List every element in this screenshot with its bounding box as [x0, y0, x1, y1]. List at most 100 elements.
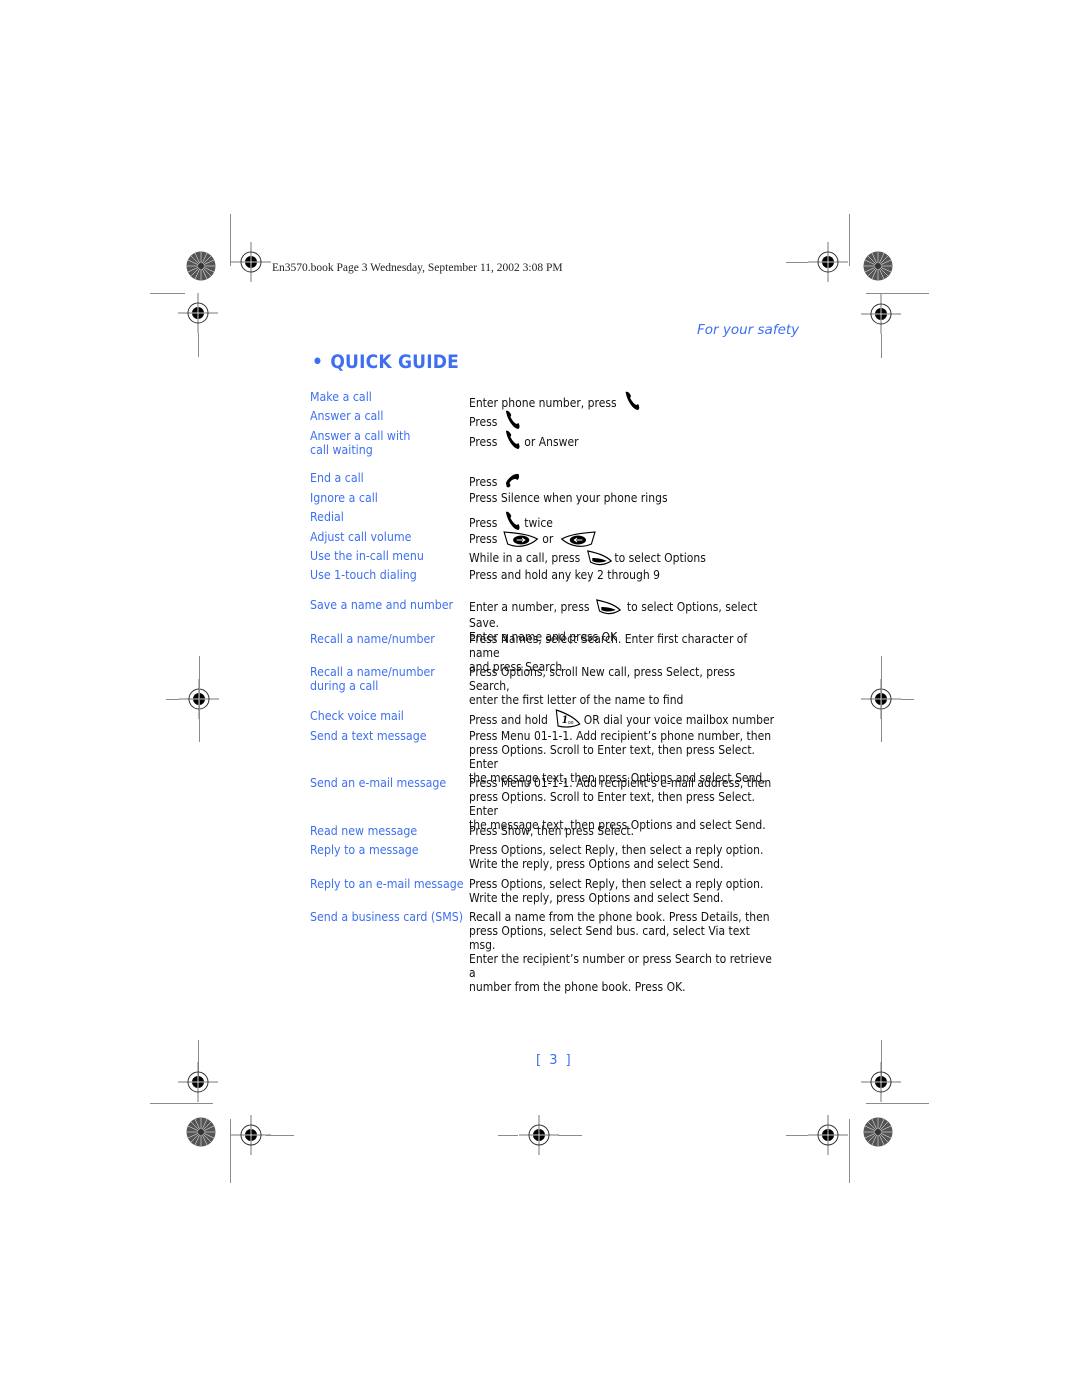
description-text: Press and hold: [469, 713, 548, 727]
send-key-icon: [506, 430, 520, 449]
description-text: Press: [469, 415, 498, 429]
guide-row-description: While in a call, press to select Options: [469, 549, 775, 567]
guide-row-description: Press: [469, 471, 775, 491]
guide-row-description: Press and hold 1 oo OR dial your voice mai…: [469, 709, 775, 729]
description-line: Write the reply, press Options and selec…: [469, 857, 724, 871]
crop-line: [881, 334, 882, 358]
guide-row-label: Read new message: [310, 824, 418, 838]
description-line: Press Menu 01-1-1. Add recipient’s phone…: [469, 729, 772, 743]
guide-row-description: Press Show, then press Select.: [469, 824, 775, 838]
guide-row-description: Press Silence when your phone rings: [469, 491, 775, 505]
description-text: Press: [469, 532, 498, 546]
guide-row-label: Recall a name/number during a call: [310, 665, 457, 693]
registration-mark: [808, 1115, 848, 1155]
description-line: Enter the recipient’s number or press Se…: [469, 952, 772, 980]
description-text: Press: [469, 475, 498, 489]
crop-line: [849, 1119, 850, 1183]
crop-line: [866, 1103, 929, 1104]
guide-row-label: Ignore a call: [310, 491, 378, 505]
description-line: press Options, select Send bus. card, se…: [469, 924, 750, 952]
page-title: • QUICK GUIDE: [312, 351, 459, 373]
guide-row-description: Press Options, select Reply, then select…: [469, 877, 775, 905]
title-text: QUICK GUIDE: [330, 351, 460, 373]
guide-row-description: Press or Answer: [469, 429, 775, 451]
crop-line: [150, 1103, 213, 1104]
registration-mark: [178, 1062, 218, 1102]
description-line: number from the phone book. Press OK.: [469, 980, 686, 994]
guide-row-description: Press: [469, 409, 775, 431]
svg-text:oo: oo: [568, 721, 574, 726]
end-key-icon: [506, 473, 520, 488]
guide-row-description: Recall a name from the phone book. Press…: [469, 910, 775, 994]
guide-row-label: Reply to a message: [310, 843, 419, 857]
registration-mark: [178, 293, 218, 333]
page-number: [ 3 ]: [536, 1053, 573, 1068]
crop-line: [498, 1135, 518, 1136]
guide-row-label-line: during a call: [310, 679, 379, 693]
registration-mark: [861, 294, 901, 334]
description-text: or: [542, 532, 554, 546]
description-line: Recall a name from the phone book. Press…: [469, 910, 770, 924]
color-rosette-mark: [186, 251, 216, 281]
description-line: Press Options, select Reply, then select…: [469, 877, 764, 891]
guide-row-label: Make a call: [310, 390, 372, 404]
description-text: Press and hold any key 2 through 9: [469, 568, 661, 582]
description-text: Press: [469, 435, 498, 449]
color-rosette-mark: [863, 1117, 893, 1147]
guide-row-label: Send a business card (SMS): [310, 910, 464, 924]
description-text: Enter phone number, press: [469, 396, 617, 410]
section-title: For your safety: [697, 322, 800, 338]
guide-row-label-line: Answer a call with: [310, 429, 411, 443]
description-line: enter the first letter of the name to fi…: [469, 693, 684, 707]
guide-row-label: Save a name and number: [310, 598, 454, 612]
guide-row-label: Send an e-mail message: [310, 776, 447, 790]
description-text: OR dial your voice mailbox number: [583, 713, 775, 727]
description-line: Write the reply, press Options and selec…: [469, 891, 724, 905]
description-text: Silence: [500, 491, 540, 505]
description-text: or Answer: [524, 435, 579, 449]
send-key-icon: [506, 511, 520, 530]
crop-line: [881, 656, 882, 742]
guide-row-label: End a call: [310, 471, 364, 485]
crop-line: [166, 699, 179, 700]
crop-line: [198, 333, 199, 357]
crop-line: [558, 1135, 582, 1136]
description-line: press Options. Scroll to Enter text, the…: [469, 743, 755, 771]
crop-line: [199, 656, 200, 742]
description-text: when your phone rings: [543, 491, 668, 505]
crop-line: [786, 1135, 808, 1136]
crop-line: [786, 262, 808, 263]
guide-row-description: Press or: [469, 530, 775, 548]
print-header: En3570.book Page 3 Wednesday, September …: [272, 262, 563, 274]
description-line: press Options. Scroll to Enter text, the…: [469, 790, 755, 818]
description-text: twice: [524, 516, 553, 530]
description-line: Press Options, select Reply, then select…: [469, 843, 764, 857]
selection-key-icon: [586, 550, 612, 566]
crop-line: [849, 214, 850, 266]
guide-row-label: Check voice mail: [310, 709, 404, 723]
guide-row-label-line: Recall a name/number: [310, 665, 435, 679]
guide-row-label: Use 1-touch dialing: [310, 568, 417, 582]
description-text: While in a call, press: [469, 551, 581, 565]
guide-row-description: Press Options, select Reply, then select…: [469, 843, 775, 871]
description-line: Press Options, scroll New call, press Se…: [469, 665, 736, 693]
description-text: Press: [469, 516, 498, 530]
description-line: Enter a number, press to select Options,…: [469, 599, 758, 630]
guide-row-description: Press twice: [469, 510, 775, 532]
volume-up-key-icon: [503, 531, 539, 547]
description-line: Press Names, select Search. Enter first …: [469, 632, 748, 660]
volume-down-key-icon: [560, 531, 596, 547]
guide-row-label: Recall a name/number: [310, 632, 435, 646]
crop-line: [901, 699, 914, 700]
registration-mark: [519, 1115, 559, 1155]
key-1-voicemail-icon: 1 oo: [555, 709, 581, 728]
registration-mark: [861, 1062, 901, 1102]
color-rosette-mark: [186, 1117, 216, 1147]
send-key-icon: [506, 410, 520, 429]
guide-row-label: Answer a call: [310, 409, 384, 423]
guide-row-label: Send a text message: [310, 729, 427, 743]
title-bullet: •: [312, 351, 324, 373]
guide-row-label: Adjust call volume: [310, 530, 412, 544]
guide-row-label: Redial: [310, 510, 344, 524]
guide-row-label: Use the in-call menu: [310, 549, 424, 563]
